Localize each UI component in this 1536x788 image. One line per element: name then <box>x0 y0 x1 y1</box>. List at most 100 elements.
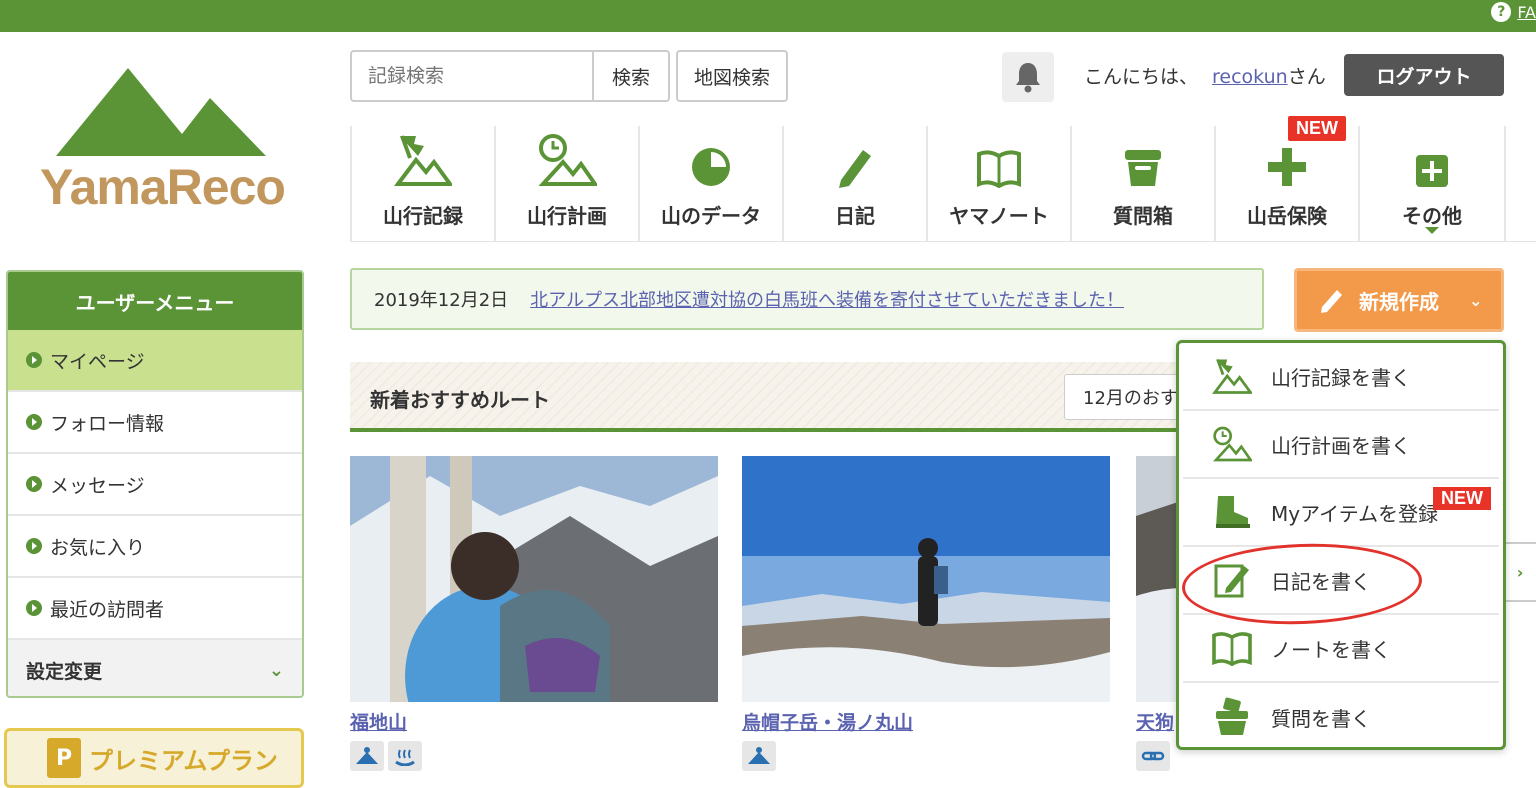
route-title[interactable]: 烏帽子岳・湯ノ丸山 <box>742 708 1110 735</box>
dropdown-item-label: 日記を書く <box>1271 569 1371 594</box>
search-button[interactable]: 検索 <box>592 52 668 100</box>
dropdown-item-label: 質問を書く <box>1271 706 1371 731</box>
news-date: 2019年12月2日 <box>374 290 509 311</box>
nav-label: 山のデータ <box>661 204 761 228</box>
map-search-button[interactable]: 地図検索 <box>676 50 788 102</box>
nav-item-other[interactable]: その他 <box>1358 126 1506 242</box>
premium-label: プレミアムプラン <box>89 746 278 775</box>
sidebar-item-label: メッセージ <box>50 474 145 497</box>
mountain-flag-icon <box>394 132 452 188</box>
sidebar-item-settings[interactable]: 設定変更 ⌄ <box>8 640 302 696</box>
sidebar-item-favorites[interactable]: お気に入り <box>8 516 302 578</box>
route-title[interactable]: 福地山 <box>350 708 718 735</box>
plus-square-icon <box>1415 132 1449 188</box>
nav-item-records[interactable]: 山行記録 <box>350 126 494 242</box>
sidebar-item-label: 最近の訪問者 <box>50 598 165 621</box>
greeting-suffix: さん <box>1287 66 1326 88</box>
route-photo[interactable] <box>742 456 1110 702</box>
chevron-down-icon: ⌄ <box>268 659 284 681</box>
sunrise-mountain-icon <box>742 741 776 771</box>
section-title: 新着おすすめルート <box>370 388 550 412</box>
boot-icon <box>1211 491 1253 533</box>
greeting-prefix: こんにちは、 <box>1084 66 1199 88</box>
nav-item-yamanote[interactable]: ヤマノート <box>926 126 1070 242</box>
search-input[interactable] <box>352 52 592 100</box>
news-bar: 2019年12月2日 北アルプス北部地区遭対協の白馬班へ装備を寄付させていただき… <box>350 268 1264 330</box>
logo-text: YamaReco <box>40 159 286 215</box>
recommended-routes-header: 新着おすすめルート 12月のおす <box>350 362 1214 432</box>
dropdown-item-write-record[interactable]: 山行記録を書く <box>1183 343 1499 411</box>
pie-chart-icon <box>690 132 732 188</box>
greeting: こんにちは、 recokunさん <box>1084 62 1326 89</box>
settings-label: 設定変更 <box>26 660 103 683</box>
user-menu-title: ユーザーメニュー <box>8 272 302 330</box>
top-bar <box>0 0 1536 32</box>
onsen-icon <box>388 741 422 771</box>
nav-label: 山岳保険 <box>1247 204 1327 228</box>
username-link[interactable]: recokun <box>1212 66 1288 88</box>
logout-button[interactable]: ログアウト <box>1344 54 1504 96</box>
route-photo[interactable] <box>350 456 718 702</box>
dropdown-item-write-plan[interactable]: 山行計画を書く <box>1183 411 1499 479</box>
link-icon <box>1136 741 1170 771</box>
new-badge: NEW <box>1433 487 1491 510</box>
mountain-flag-icon <box>1211 355 1253 397</box>
nav-label: その他 <box>1402 204 1462 228</box>
route-card[interactable]: 烏帽子岳・湯ノ丸山 <box>742 456 1110 771</box>
sidebar-item-follow[interactable]: フォロー情報 <box>8 392 302 454</box>
nav-label: 山行記録 <box>383 204 463 228</box>
faq-label: FA <box>1517 2 1536 22</box>
dropdown-item-label: ノートを書く <box>1271 637 1391 662</box>
book-icon <box>977 132 1021 188</box>
nav-label: 質問箱 <box>1113 204 1173 228</box>
sidebar-item-visitors[interactable]: 最近の訪問者 <box>8 578 302 640</box>
dropdown-item-write-question[interactable]: 質問を書く <box>1183 683 1499 751</box>
sidebar-item-label: マイページ <box>50 350 145 373</box>
arrow-circle-icon <box>26 476 42 492</box>
arrow-circle-icon <box>26 414 42 430</box>
diary-pencil-icon <box>1211 559 1253 601</box>
premium-p-icon: P <box>47 738 81 778</box>
dropdown-item-label: 山行記録を書く <box>1271 365 1411 390</box>
premium-plan-banner[interactable]: P プレミアムプラン <box>4 728 304 788</box>
chevron-down-icon: ⌄ <box>1469 290 1483 310</box>
sidebar-item-messages[interactable]: メッセージ <box>8 454 302 516</box>
create-new-button[interactable]: 新規作成 ⌄ <box>1294 268 1504 332</box>
create-label: 新規作成 <box>1359 289 1439 314</box>
nav-item-plans[interactable]: 山行計画 <box>494 126 638 242</box>
nav-item-insurance[interactable]: NEW 山岳保険 <box>1214 116 1358 242</box>
pencil-icon <box>1321 290 1342 313</box>
nav-label: 日記 <box>835 204 875 228</box>
sidebar-item-label: フォロー情報 <box>50 412 165 435</box>
caret-down-icon <box>1425 227 1439 234</box>
nav-item-diary[interactable]: 日記 <box>782 126 926 242</box>
dropdown-item-write-note[interactable]: ノートを書く <box>1183 615 1499 683</box>
sidebar-item-mypage[interactable]: マイページ <box>8 330 302 392</box>
dropdown-item-register-item[interactable]: Myアイテムを登録 NEW <box>1183 479 1499 547</box>
notification-button[interactable] <box>1002 52 1054 102</box>
logo-mountain-icon <box>56 68 266 156</box>
new-badge: NEW <box>1288 116 1346 141</box>
news-link[interactable]: 北アルプス北部地区遭対協の白馬班へ装備を寄付させていただきました！ <box>530 286 1124 312</box>
question-icon: ? <box>1491 2 1512 22</box>
book-icon <box>1211 627 1253 669</box>
dropdown-item-write-diary[interactable]: 日記を書く <box>1183 547 1499 615</box>
arrow-circle-icon <box>26 352 42 368</box>
bell-icon <box>1016 63 1040 93</box>
nav-item-question-box[interactable]: 質問箱 <box>1070 126 1214 242</box>
pencil-icon <box>833 132 877 188</box>
arrow-circle-icon <box>26 600 42 616</box>
dropdown-item-label: 山行計画を書く <box>1271 433 1411 458</box>
carousel-next-button[interactable]: › <box>1502 542 1536 602</box>
nav-item-mountain-data[interactable]: 山のデータ <box>638 126 782 242</box>
user-menu: ユーザーメニュー マイページ フォロー情報 メッセージ お気に入り 最近の訪問者… <box>6 270 304 698</box>
chevron-right-icon: › <box>1516 562 1524 582</box>
faq-link[interactable]: ? FA <box>1491 0 1536 24</box>
sidebar-item-label: お気に入り <box>50 536 146 559</box>
record-search: 検索 <box>350 50 670 102</box>
route-card[interactable]: 福地山 <box>350 456 718 771</box>
create-new-dropdown: 山行記録を書く 山行計画を書く Myアイテムを登録 NEW 日記を書く ノートを… <box>1176 340 1506 750</box>
nav-label: ヤマノート <box>949 204 1049 228</box>
box-icon <box>1123 132 1163 188</box>
question-box-icon <box>1211 696 1253 738</box>
